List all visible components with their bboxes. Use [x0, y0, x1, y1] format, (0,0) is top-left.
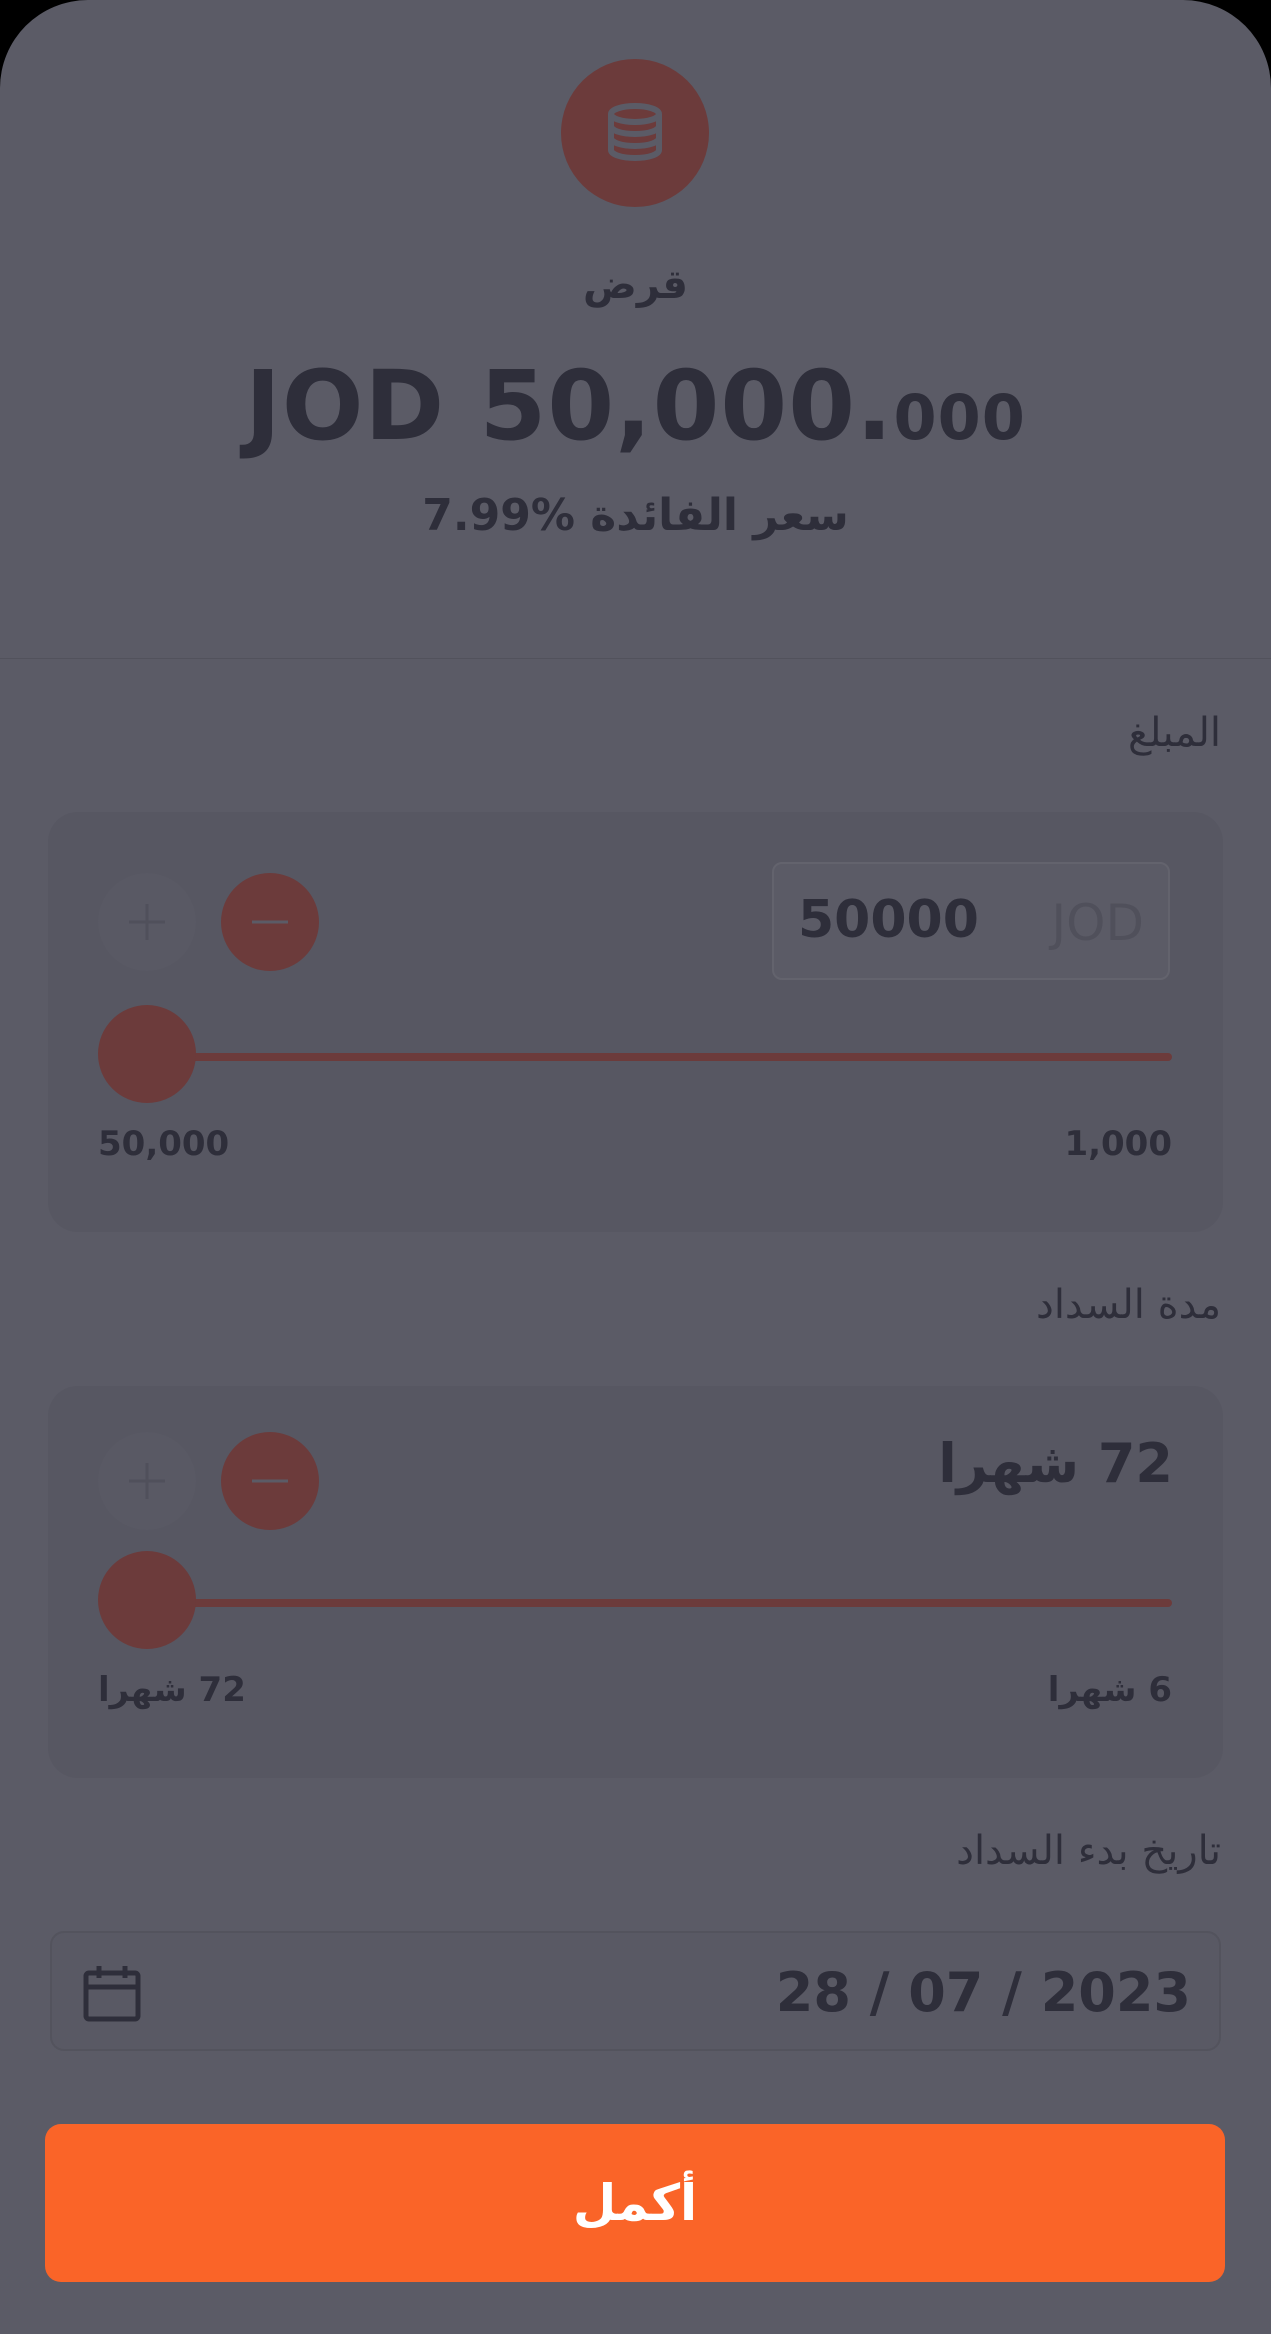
period-slider-min-label: 6 شهرا: [1047, 1670, 1172, 1710]
period-slider-max-label: 72 شهرا: [98, 1670, 246, 1710]
amount-slider-thumb[interactable]: [98, 1005, 196, 1103]
amount-main: JOD 50,000.: [245, 350, 894, 462]
plus-icon: [129, 904, 165, 940]
period-decrease-button[interactable]: [221, 1432, 319, 1530]
amount-slider-track[interactable]: [146, 1053, 1172, 1061]
calendar-icon: [83, 1966, 141, 2022]
amount-increase-button[interactable]: [98, 873, 196, 971]
start-date-field[interactable]: 28 / 07 / 2023: [50, 1931, 1221, 2051]
amount-decimals: 000: [893, 381, 1026, 454]
coins-stack-icon: [561, 59, 709, 207]
amount-input-currency: JOD: [1051, 894, 1144, 952]
amount-input-value: 50000: [798, 890, 979, 950]
start-date-label: تاريخ بدء السداد: [956, 1828, 1221, 1874]
interest-rate-label: 7.99% سعر الفائدة: [422, 490, 849, 541]
period-slider-thumb[interactable]: [98, 1551, 196, 1649]
minus-icon: [252, 920, 288, 924]
amount-slider-min-label: 1,000: [1064, 1124, 1172, 1164]
continue-button[interactable]: أكمل: [45, 2124, 1225, 2282]
period-section-label: مدة السداد: [1036, 1282, 1221, 1328]
amount-section-label: المبلغ: [1127, 710, 1221, 756]
amount-decrease-button[interactable]: [221, 873, 319, 971]
header-divider: [0, 658, 1271, 659]
plus-icon: [129, 1463, 165, 1499]
loan-calculator-sheet: قرض JOD 50,000.000 7.99% سعر الفائدة الم…: [0, 0, 1271, 2334]
period-slider-track[interactable]: [146, 1599, 1172, 1607]
start-date-value: 28 / 07 / 2023: [775, 1961, 1191, 2024]
amount-input[interactable]: 50000 JOD: [772, 862, 1170, 980]
minus-icon: [252, 1479, 288, 1483]
period-increase-button[interactable]: [98, 1432, 196, 1530]
loan-type-label: قرض: [583, 262, 688, 308]
period-value: 72 شهرا: [938, 1432, 1173, 1495]
loan-amount-display: JOD 50,000.000: [0, 350, 1271, 462]
amount-slider-max-label: 50,000: [98, 1124, 230, 1164]
